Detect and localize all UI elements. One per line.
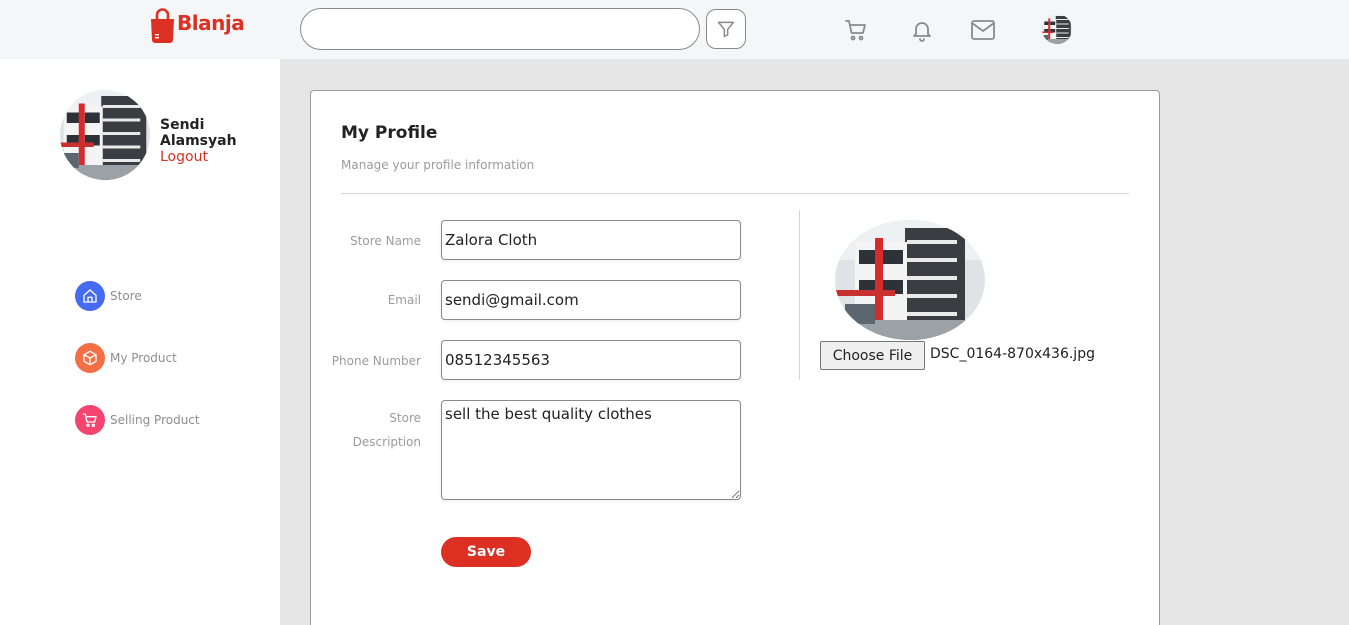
store-name-field[interactable] bbox=[441, 220, 741, 260]
sidebar-item-my-product[interactable]: My Product bbox=[75, 343, 177, 373]
choose-file-button[interactable]: Choose File bbox=[820, 341, 925, 370]
cart-icon bbox=[845, 20, 866, 41]
store-name-label: Store Name bbox=[350, 234, 421, 248]
divider bbox=[341, 193, 1129, 194]
email-field[interactable] bbox=[441, 280, 741, 320]
profile-card: My Profile Manage your profile informati… bbox=[310, 90, 1160, 625]
page-subtitle: Manage your profile information bbox=[341, 158, 535, 172]
user-name: Sendi Alamsyah bbox=[160, 117, 237, 149]
cart-button[interactable] bbox=[843, 17, 869, 43]
sidebar-avatar bbox=[60, 90, 150, 180]
shopping-bag-icon bbox=[149, 8, 176, 43]
mail-icon bbox=[971, 20, 995, 40]
vertical-divider bbox=[799, 210, 800, 380]
mail-button[interactable] bbox=[970, 17, 996, 43]
email-label: Email bbox=[387, 293, 421, 307]
description-label-line1: Store bbox=[389, 411, 421, 425]
description-label-line2: Description bbox=[352, 435, 421, 449]
box-icon bbox=[75, 343, 105, 373]
page-title: My Profile bbox=[341, 123, 438, 143]
save-button[interactable]: Save bbox=[441, 537, 531, 567]
filter-icon bbox=[717, 21, 735, 38]
bell-icon bbox=[913, 22, 931, 42]
filter-button[interactable] bbox=[706, 9, 746, 49]
search-input[interactable] bbox=[300, 8, 700, 50]
sidebar: Sendi Alamsyah Logout Store My Product S… bbox=[0, 59, 280, 625]
notification-button[interactable] bbox=[909, 17, 935, 43]
profile-photo bbox=[835, 220, 985, 340]
brand-name: Blanja bbox=[177, 10, 245, 35]
logout-link[interactable]: Logout bbox=[160, 149, 208, 165]
description-label: Store Description bbox=[321, 406, 421, 454]
user-avatar[interactable] bbox=[1042, 14, 1072, 44]
phone-label: Phone Number bbox=[331, 354, 421, 368]
cart-icon bbox=[75, 405, 105, 435]
home-icon bbox=[75, 281, 105, 311]
sidebar-item-label: Selling Product bbox=[110, 413, 200, 427]
phone-field[interactable] bbox=[441, 340, 741, 380]
sidebar-item-store[interactable]: Store bbox=[75, 281, 142, 311]
brand-logo[interactable]: Blanja bbox=[149, 8, 245, 43]
top-navbar: Blanja bbox=[0, 0, 1349, 59]
store-description-field[interactable]: sell the best quality clothes bbox=[441, 400, 741, 500]
sidebar-item-label: Store bbox=[110, 289, 142, 303]
sidebar-item-selling-product[interactable]: Selling Product bbox=[75, 405, 200, 435]
sidebar-item-label: My Product bbox=[110, 351, 177, 365]
file-name: DSC_0164-870x436.jpg bbox=[930, 346, 1095, 362]
